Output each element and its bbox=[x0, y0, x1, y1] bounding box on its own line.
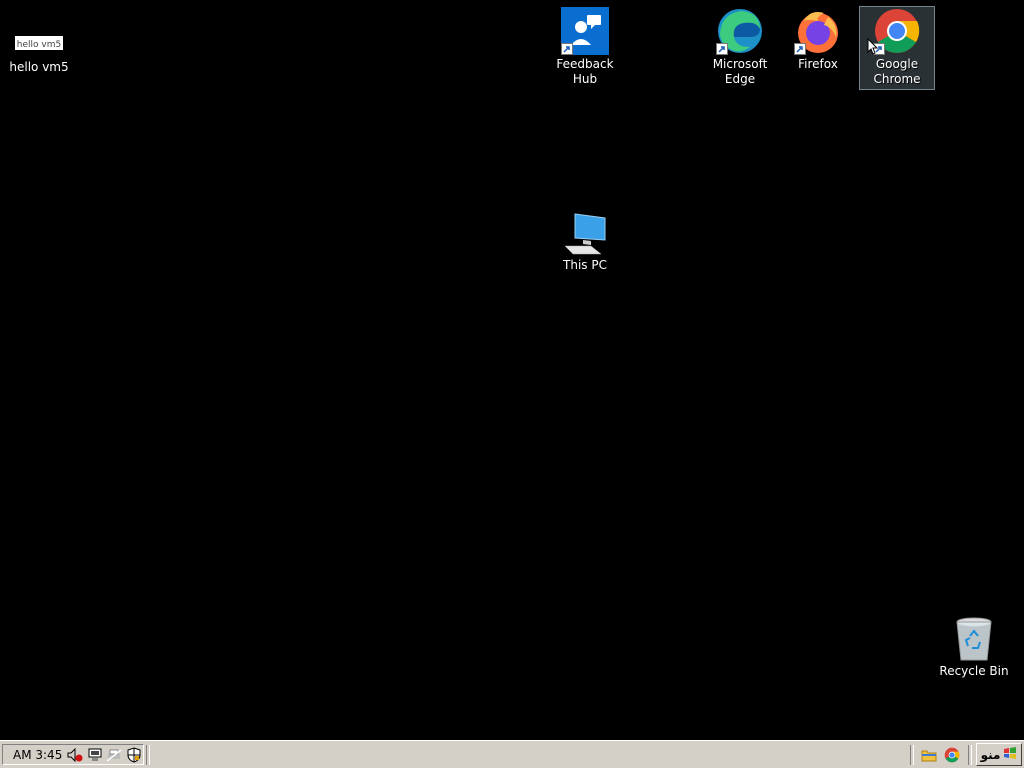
taskbar: AM 3:45 منو bbox=[0, 740, 1024, 768]
network-icon[interactable] bbox=[86, 747, 104, 763]
google-chrome-icon bbox=[873, 7, 921, 55]
desktop-icon-recycle-bin[interactable]: Recycle Bin bbox=[938, 616, 1010, 679]
google-chrome-icon[interactable] bbox=[943, 746, 961, 764]
svg-text:hello vm5: hello vm5 bbox=[17, 40, 61, 50]
desktop-icon-feedback-hub[interactable]: Feedback Hub bbox=[549, 7, 621, 87]
hello-vm5-icon: hello vm5 bbox=[15, 36, 63, 50]
microsoft-edge-label: Microsoft Edge bbox=[712, 57, 768, 86]
desktop-icon-this-pc[interactable]: This PC bbox=[549, 212, 621, 273]
taskbar-separator bbox=[910, 745, 914, 765]
taskbar-separator bbox=[146, 745, 150, 765]
start-label: منو bbox=[980, 747, 1001, 762]
this-pc-label: This PC bbox=[563, 258, 607, 272]
firefox-icon bbox=[794, 7, 842, 55]
taskbar-separator bbox=[968, 745, 972, 765]
desktop-icon-firefox[interactable]: Firefox bbox=[782, 7, 854, 72]
file-explorer-icon[interactable] bbox=[920, 746, 938, 764]
mouse-cursor-icon bbox=[867, 37, 879, 60]
feedback-hub-icon bbox=[561, 7, 609, 55]
shortcut-arrow-icon bbox=[794, 43, 806, 55]
google-chrome-label: Google Chrome bbox=[873, 57, 921, 86]
computer-icon bbox=[561, 212, 609, 256]
desktop-icon-microsoft-edge[interactable]: Microsoft Edge bbox=[704, 7, 776, 87]
feedback-hub-label: Feedback Hub bbox=[556, 57, 614, 86]
shortcut-arrow-icon bbox=[716, 43, 728, 55]
recycle-bin-label: Recycle Bin bbox=[939, 664, 1009, 678]
system-tray: AM 3:45 bbox=[2, 744, 144, 765]
security-shield-icon[interactable] bbox=[125, 746, 143, 763]
microsoft-edge-icon bbox=[716, 7, 764, 55]
printer-icon[interactable] bbox=[106, 747, 124, 763]
clock[interactable]: AM 3:45 bbox=[3, 748, 64, 762]
speaker-muted-icon[interactable] bbox=[66, 747, 84, 763]
hello-vm5-label: hello vm5 bbox=[9, 60, 69, 74]
firefox-label: Firefox bbox=[798, 57, 838, 71]
recycle-bin-icon bbox=[950, 616, 998, 662]
windows-logo-icon bbox=[1003, 747, 1017, 762]
start-button[interactable]: منو bbox=[976, 743, 1022, 766]
desktop-icon-hello-vm5[interactable]: hello vm5 hello vm5 bbox=[3, 36, 75, 75]
shortcut-arrow-icon bbox=[561, 43, 573, 55]
